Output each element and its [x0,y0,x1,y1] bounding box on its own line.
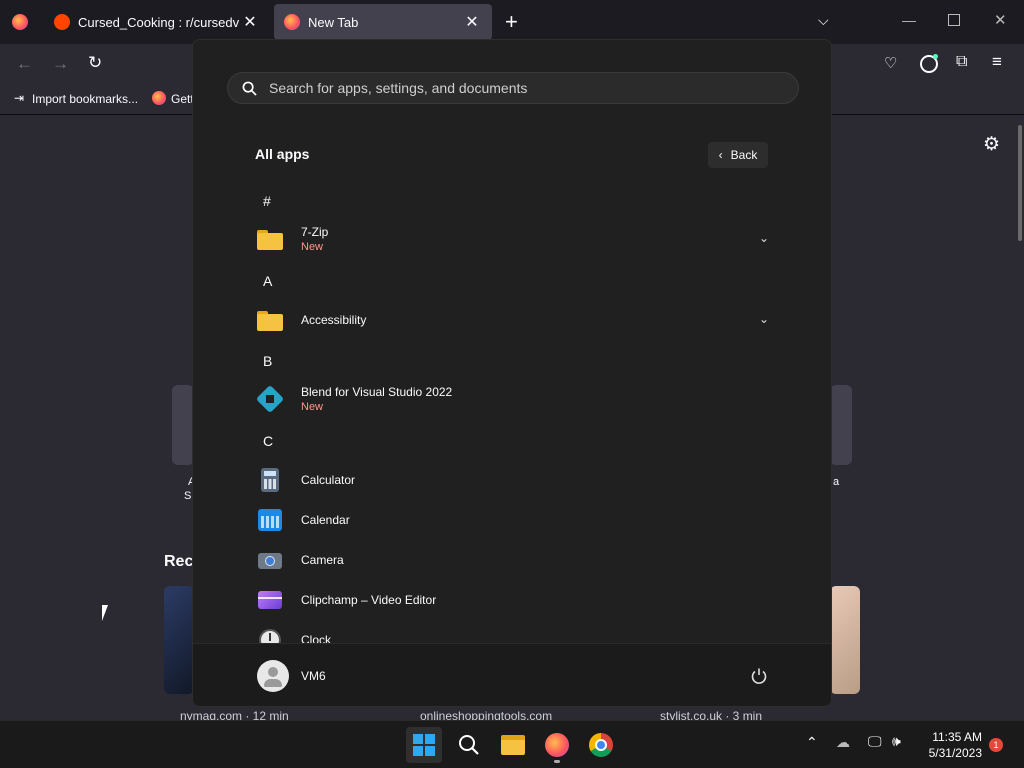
onedrive-icon[interactable]: ☁ [836,734,850,751]
section-letter[interactable]: # [263,193,271,209]
clock-date: 5/31/2023 [928,746,982,760]
new-tab-button[interactable]: + [505,9,518,35]
shortcut-tile-right[interactable] [830,385,852,465]
tab-title: New Tab [308,14,359,30]
app-item-7zip[interactable]: 7-Zip New ⌄ [253,221,773,257]
forward-arrow-icon[interactable]: → [52,54,69,74]
app-name: Blend for Visual Studio 2022 [301,384,453,399]
app-item-camera[interactable]: Camera [253,542,773,578]
folder-icon [257,226,283,252]
app-name: Clipchamp – Video Editor [301,592,437,607]
account-badge [933,54,938,59]
network-icon[interactable]: 🖵 [868,733,882,750]
firefox-icon [152,91,166,105]
start-menu-footer: VM6 [193,643,831,706]
app-name: Camera [301,552,344,567]
section-letter[interactable]: C [263,433,273,449]
running-indicator [554,760,560,763]
bookmark-getting-started[interactable]: Gett [171,92,194,106]
list-tabs-icon[interactable]: ⌵ [818,12,829,29]
app-item-clipchamp[interactable]: Clipchamp – Video Editor [253,582,773,618]
search-icon [459,735,479,755]
camera-icon [257,547,283,573]
app-item-blend[interactable]: Blend for Visual Studio 2022 New [253,381,773,417]
volume-icon[interactable]: 🕪 [892,733,901,750]
extensions-icon[interactable]: ⧉ [956,53,967,71]
browser-tab-bar: Cursed_Cooking : r/cursedvideos ✕ New Ta… [0,0,1024,44]
start-menu: All apps ‹ Back # 7-ZipNew ⌄ A Accessibi… [192,39,832,707]
clipchamp-icon [257,587,283,613]
taskbar-search-button[interactable] [451,727,487,763]
user-name[interactable]: VM6 [301,669,326,683]
import-icon: ⇥ [14,91,25,105]
back-button[interactable]: ‹ Back [708,142,768,168]
recent-thumbnail[interactable] [164,586,194,694]
blend-icon [255,384,285,414]
reddit-icon [54,14,70,30]
chrome-icon [589,733,613,757]
chevron-down-icon[interactable]: ⌄ [759,231,769,245]
app-name: Accessibility [301,312,367,327]
all-apps-heading: All apps [255,146,310,162]
minimize-icon[interactable]: — [902,12,916,28]
firefox-icon [284,14,300,30]
settings-gear-icon[interactable]: ⚙ [983,133,1000,156]
user-avatar-icon[interactable] [257,660,289,692]
reload-icon[interactable]: ↻ [88,53,102,73]
notification-badge[interactable]: 1 [989,738,1003,752]
start-button[interactable] [406,727,442,763]
chevron-down-icon[interactable]: ⌄ [759,312,769,326]
calculator-icon [257,467,283,493]
search-input[interactable] [267,79,771,97]
power-icon[interactable] [749,666,769,686]
recent-thumbnail[interactable] [830,586,860,694]
taskbar: ⌃ ☁ 🖵 🕪 11:35 AM 5/31/2023 1 [0,720,1024,768]
bookmark-import[interactable]: Import bookmarks... [32,92,138,106]
new-badge: New [301,400,324,413]
start-search-box[interactable] [227,72,799,104]
scrollbar[interactable] [1018,125,1022,241]
tab-reddit[interactable]: Cursed_Cooking : r/cursedvideos ✕ [44,4,270,40]
chrome-taskbar-button[interactable] [583,727,619,763]
recent-heading: Rec [164,553,194,570]
app-name: Calendar [301,512,350,527]
shortcut-tile-left[interactable] [172,385,194,465]
app-name: 7-Zip [301,224,329,239]
app-name: Calculator [301,472,356,487]
app-item-calculator[interactable]: Calculator [253,462,773,498]
mouse-cursor-icon [102,605,108,621]
folder-icon [257,307,283,333]
hamburger-menu-icon[interactable]: ≡ [992,52,1002,72]
section-letter[interactable]: B [263,353,272,369]
app-item-accessibility[interactable]: Accessibility ⌄ [253,302,773,338]
section-letter[interactable]: A [263,273,272,289]
windows-logo-icon [413,734,435,756]
close-window-icon[interactable]: ✕ [994,11,1007,29]
back-arrow-icon[interactable]: ← [16,54,33,74]
file-explorer-icon [501,735,525,755]
new-badge: New [301,240,324,253]
app-item-calendar[interactable]: Calendar [253,502,773,538]
show-hidden-icons-icon[interactable]: ⌃ [806,734,818,751]
tab-new-tab[interactable]: New Tab ✕ [274,4,492,40]
file-explorer-button[interactable] [495,727,531,763]
shortcut-label: a [833,476,840,488]
system-clock[interactable]: 11:35 AM 5/31/2023 [918,729,982,761]
pocket-icon[interactable]: ♡ [884,54,897,72]
restore-icon[interactable] [948,14,960,26]
back-label: Back [730,148,758,162]
chevron-left-icon: ‹ [718,148,723,162]
close-tab-icon[interactable]: ✕ [240,12,260,32]
search-icon [242,81,257,96]
firefox-taskbar-button[interactable] [539,727,575,763]
firefox-menu-icon[interactable] [12,14,28,30]
firefox-icon [545,733,569,757]
close-tab-icon[interactable]: ✕ [462,12,482,32]
clock-time: 11:35 AM [932,730,982,744]
calendar-icon [257,507,283,533]
tab-title: Cursed_Cooking : r/cursedvideos [78,14,240,30]
